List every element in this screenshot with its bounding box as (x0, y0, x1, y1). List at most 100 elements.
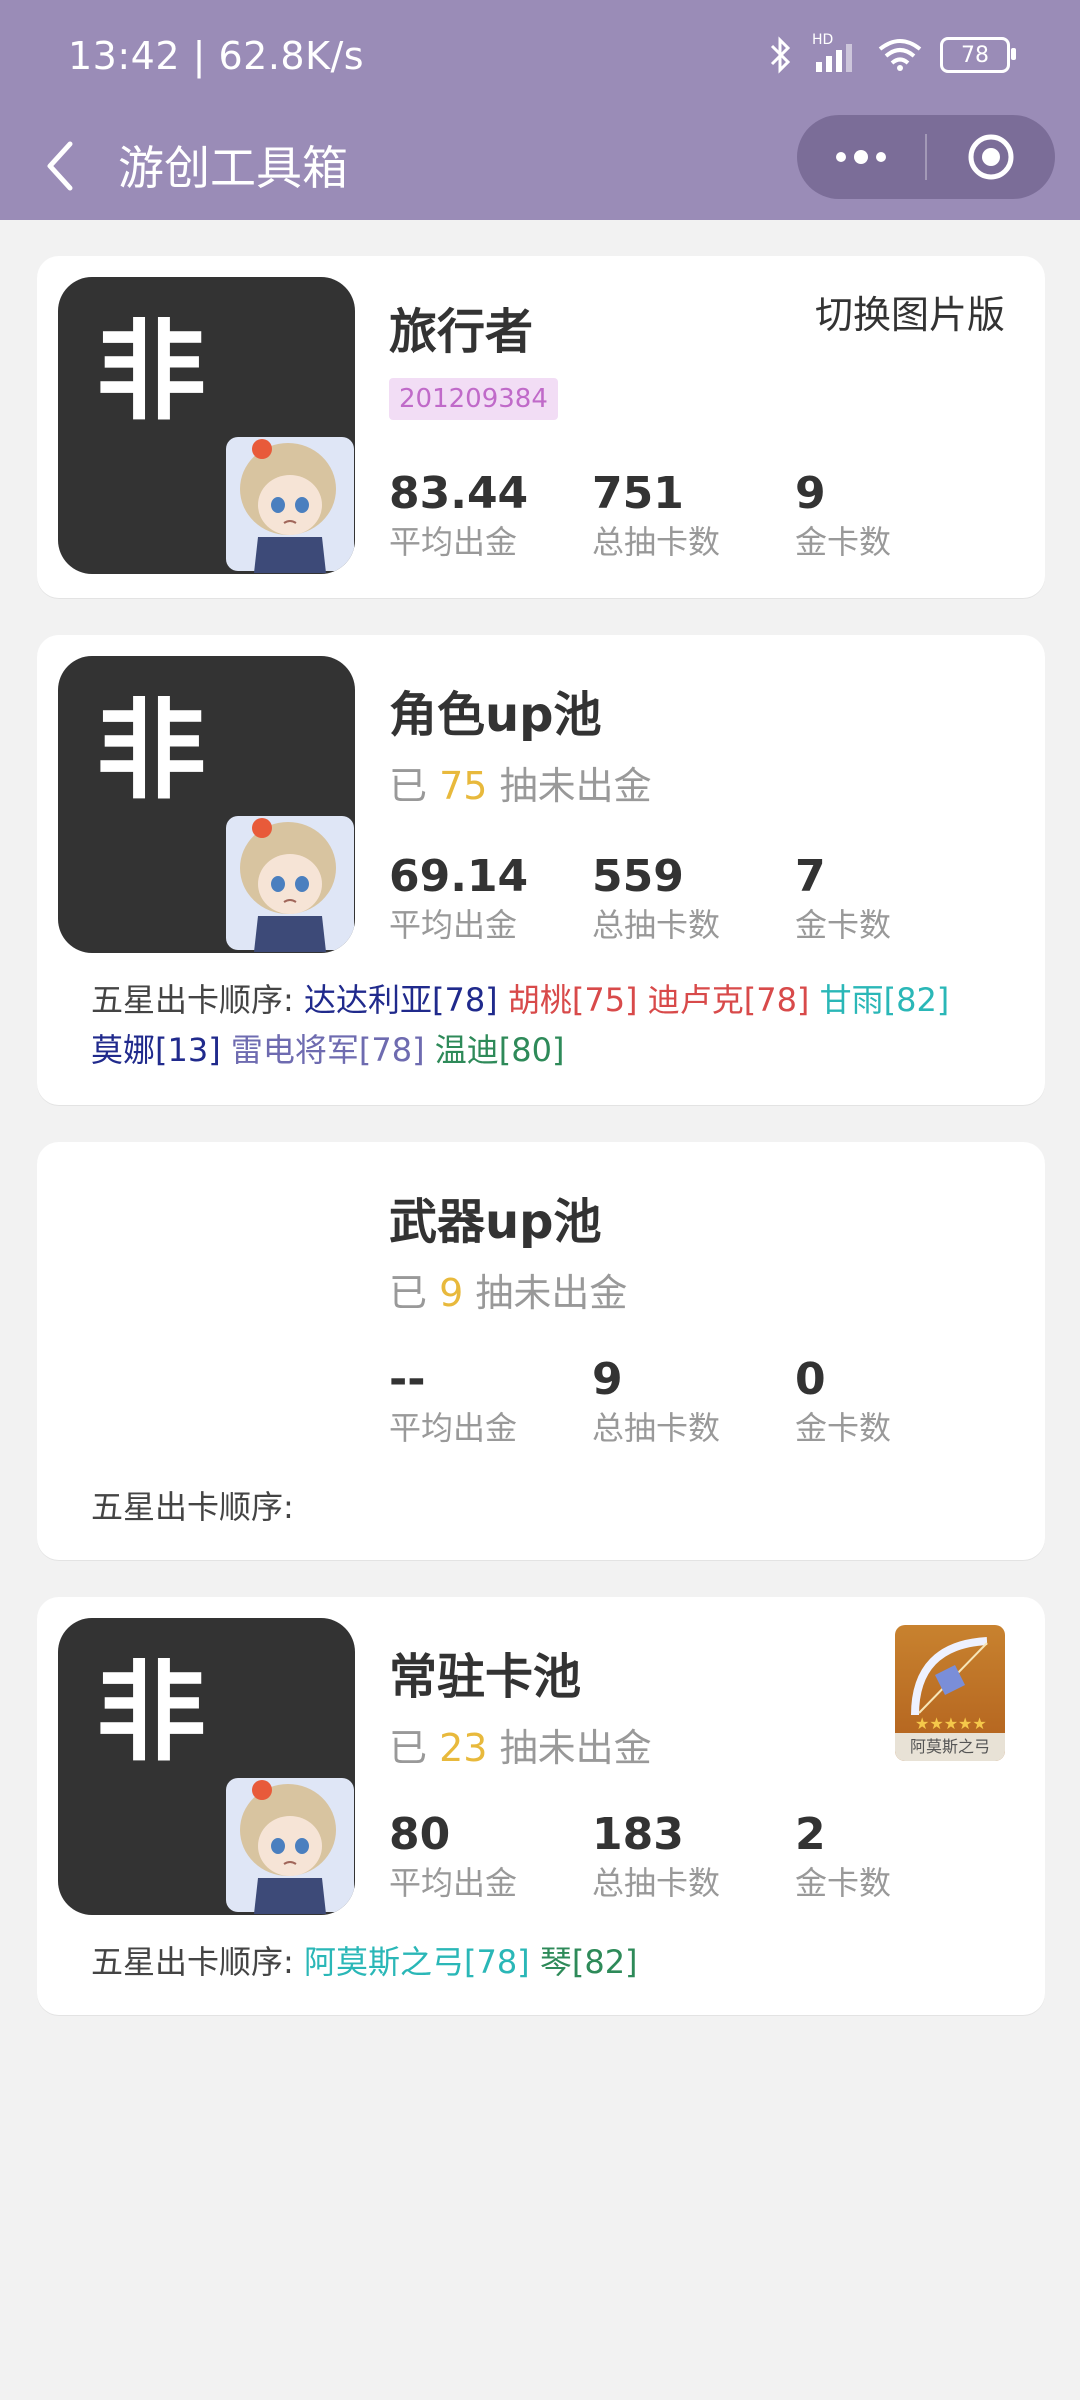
pool-title: 角色up池 (389, 687, 602, 743)
signal-icon: HD (812, 32, 860, 74)
pity-prefix: 已 (389, 1726, 428, 1770)
svg-text:★★★★★: ★★★★★ (915, 1714, 987, 1733)
order-label: 五星出卡顺序: (91, 1488, 294, 1526)
pity-count: 9 (439, 1271, 464, 1315)
stat-value: 2 (795, 1809, 826, 1860)
uid-badge: 201209384 (389, 378, 558, 420)
close-miniprogram-button[interactable] (927, 132, 1055, 182)
stat-label: 总抽卡数 (592, 1409, 721, 1447)
pity-count: 23 (439, 1726, 488, 1770)
chibi-character-icon (226, 816, 354, 952)
pity-suffix: 抽未出金 (499, 764, 652, 808)
stat-gold: 2 金卡数 (795, 1809, 995, 1905)
player-name: 旅行者 (389, 304, 534, 360)
stat-value: -- (389, 1354, 426, 1405)
pity-suffix: 抽未出金 (475, 1271, 628, 1315)
nav-bar: 游创工具箱 (0, 110, 1080, 220)
chibi-character-icon (226, 1778, 354, 1914)
stat-label: 金卡数 (795, 523, 892, 561)
bluetooth-icon (770, 36, 791, 74)
stat-gold: 0 金卡数 (795, 1354, 995, 1450)
stat-value: 751 (592, 468, 684, 519)
order-item: 迪卢克[78] (647, 981, 810, 1019)
pity-line: 已 9 抽未出金 (389, 1262, 627, 1317)
switch-image-version-link[interactable]: 切换图片版 (815, 284, 1005, 339)
character-pool-card: 非 角色up池 已 75 抽未出金 69.14 平均出金 559 总抽卡数 7 … (37, 635, 1045, 1105)
bow-weapon-icon: ★★★★★ (911, 1637, 988, 1733)
order-item: 阿莫斯之弓[78] (303, 1943, 530, 1981)
stat-label: 金卡数 (795, 1409, 892, 1447)
miniprogram-capsule (797, 115, 1055, 199)
avatar-glyph: 非 (96, 696, 206, 806)
order-item: 甘雨[82] (819, 981, 950, 1019)
stat-avg: -- 平均出金 (389, 1354, 589, 1450)
battery-icon: 78 (940, 37, 1016, 73)
stat-label: 平均出金 (389, 1864, 518, 1902)
order-label: 五星出卡顺序: (91, 1943, 294, 1981)
stat-label: 总抽卡数 (592, 1864, 721, 1902)
more-dots-icon (836, 150, 886, 164)
battery-level: 78 (961, 42, 989, 68)
stat-avg: 80 平均出金 (389, 1809, 589, 1905)
header: 13:42 | 62.8K/s HD 78 游创工具箱 (0, 0, 1080, 220)
pool-avatar: 非 (58, 656, 355, 953)
profile-card: 非 旅行者 切换图片版 201209384 83.44 平均出金 751 总抽卡… (37, 256, 1045, 598)
thumbnail-caption: 阿莫斯之弓 (895, 1733, 1005, 1761)
pool-title: 武器up池 (389, 1194, 602, 1250)
five-star-order: 五星出卡顺序: 阿莫斯之弓[78] 琴[82] (91, 1937, 991, 1987)
stat-label: 金卡数 (795, 1864, 892, 1902)
stat-value: 7 (795, 851, 826, 902)
stat-value: 559 (592, 851, 684, 902)
stat-total: 751 总抽卡数 (592, 468, 792, 564)
stat-total: 559 总抽卡数 (592, 851, 792, 947)
stat-value: 9 (592, 1354, 623, 1405)
stat-value: 83.44 (389, 468, 529, 519)
stat-label: 总抽卡数 (592, 906, 721, 944)
stat-avg: 83.44 平均出金 (389, 468, 589, 564)
five-star-order: 五星出卡顺序: (91, 1482, 991, 1532)
pity-prefix: 已 (389, 1271, 428, 1315)
status-time: 13:42 | 62.8K/s (68, 34, 365, 78)
latest-five-star-thumbnail[interactable]: ★★★★★ 阿莫斯之弓 (895, 1625, 1005, 1761)
back-arrow-icon[interactable] (38, 134, 86, 198)
stat-label: 平均出金 (389, 906, 518, 944)
pity-line: 已 75 抽未出金 (389, 755, 652, 810)
order-item: 雷电将军[78] (230, 1031, 425, 1069)
stat-label: 平均出金 (389, 523, 518, 561)
stat-value: 183 (592, 1809, 684, 1860)
stat-avg: 69.14 平均出金 (389, 851, 589, 947)
stat-label: 总抽卡数 (592, 523, 721, 561)
avatar-glyph: 非 (96, 1658, 206, 1768)
five-star-order: 五星出卡顺序: 达达利亚[78] 胡桃[75] 迪卢克[78] 甘雨[82] 莫… (91, 975, 991, 1075)
stat-value: 0 (795, 1354, 826, 1405)
stat-label: 金卡数 (795, 906, 892, 944)
stat-label: 平均出金 (389, 1409, 518, 1447)
profile-avatar: 非 (58, 277, 355, 574)
fei-character-image: 非 (96, 1658, 206, 1768)
stat-value: 9 (795, 468, 826, 519)
order-item: 琴[82] (539, 1943, 638, 1981)
order-label: 五星出卡顺序: (91, 981, 294, 1019)
more-button[interactable] (797, 149, 925, 165)
weapon-pool-card: 武器up池 已 9 抽未出金 -- 平均出金 9 总抽卡数 0 金卡数 五星出卡… (37, 1142, 1045, 1560)
pity-prefix: 已 (389, 764, 428, 808)
pity-line: 已 23 抽未出金 (389, 1717, 652, 1772)
chibi-character-icon (226, 437, 354, 573)
stat-value: 80 (389, 1809, 451, 1860)
pool-title: 常驻卡池 (389, 1649, 582, 1705)
target-circle-icon (968, 134, 1014, 180)
fei-character-image: 非 (96, 317, 206, 427)
order-item: 达达利亚[78] (303, 981, 498, 1019)
pity-count: 75 (439, 764, 488, 808)
fei-character-image: 非 (96, 696, 206, 806)
stat-gold: 7 金卡数 (795, 851, 995, 947)
status-bar: 13:42 | 62.8K/s HD 78 (0, 0, 1080, 110)
stat-gold: 9 金卡数 (795, 468, 995, 564)
pool-avatar: 非 (58, 1618, 355, 1915)
order-item: 胡桃[75] (507, 981, 638, 1019)
stat-value: 69.14 (389, 851, 529, 902)
avatar-glyph: 非 (96, 317, 206, 427)
pity-suffix: 抽未出金 (499, 1726, 652, 1770)
stat-total: 9 总抽卡数 (592, 1354, 792, 1450)
order-item: 莫娜[13] (91, 1031, 221, 1069)
